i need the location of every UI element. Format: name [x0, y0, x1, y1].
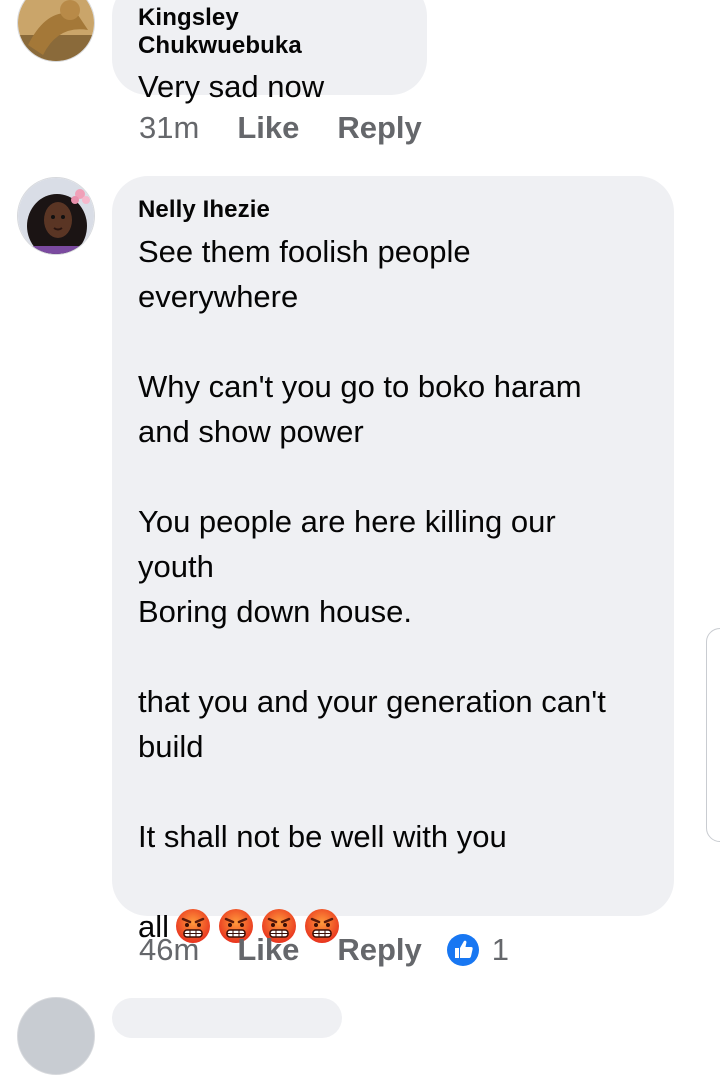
avatar[interactable]	[17, 0, 95, 62]
avatar[interactable]	[17, 177, 95, 255]
comment-bubble: Kingsley Chukwuebuka Very sad now	[112, 0, 427, 104]
comment-author[interactable]: Nelly Ihezie	[138, 196, 648, 224]
comment-bubble	[112, 998, 342, 1038]
like-button[interactable]: Like	[237, 110, 299, 146]
reaction-count[interactable]: 1	[492, 932, 509, 968]
comment-author[interactable]: Kingsley Chukwuebuka	[138, 4, 401, 60]
comment-timestamp[interactable]: 46m	[139, 932, 199, 968]
comment-text: Very sad now	[138, 69, 325, 104]
comment-timestamp[interactable]: 31m	[139, 110, 199, 146]
avatar[interactable]	[17, 997, 95, 1075]
reply-button[interactable]: Reply	[337, 110, 421, 146]
comment-actions: 31m Like Reply	[139, 110, 422, 146]
side-card	[706, 628, 720, 842]
like-reaction-icon[interactable]	[446, 933, 480, 967]
comment-actions: 46m Like Reply 1	[139, 932, 509, 968]
like-button[interactable]: Like	[237, 932, 299, 968]
reply-button[interactable]: Reply	[337, 932, 421, 968]
comment-text: See them foolish people everywhere Why c…	[138, 234, 606, 854]
comment-bubble: Nelly Ihezie See them foolish people eve…	[112, 176, 674, 944]
